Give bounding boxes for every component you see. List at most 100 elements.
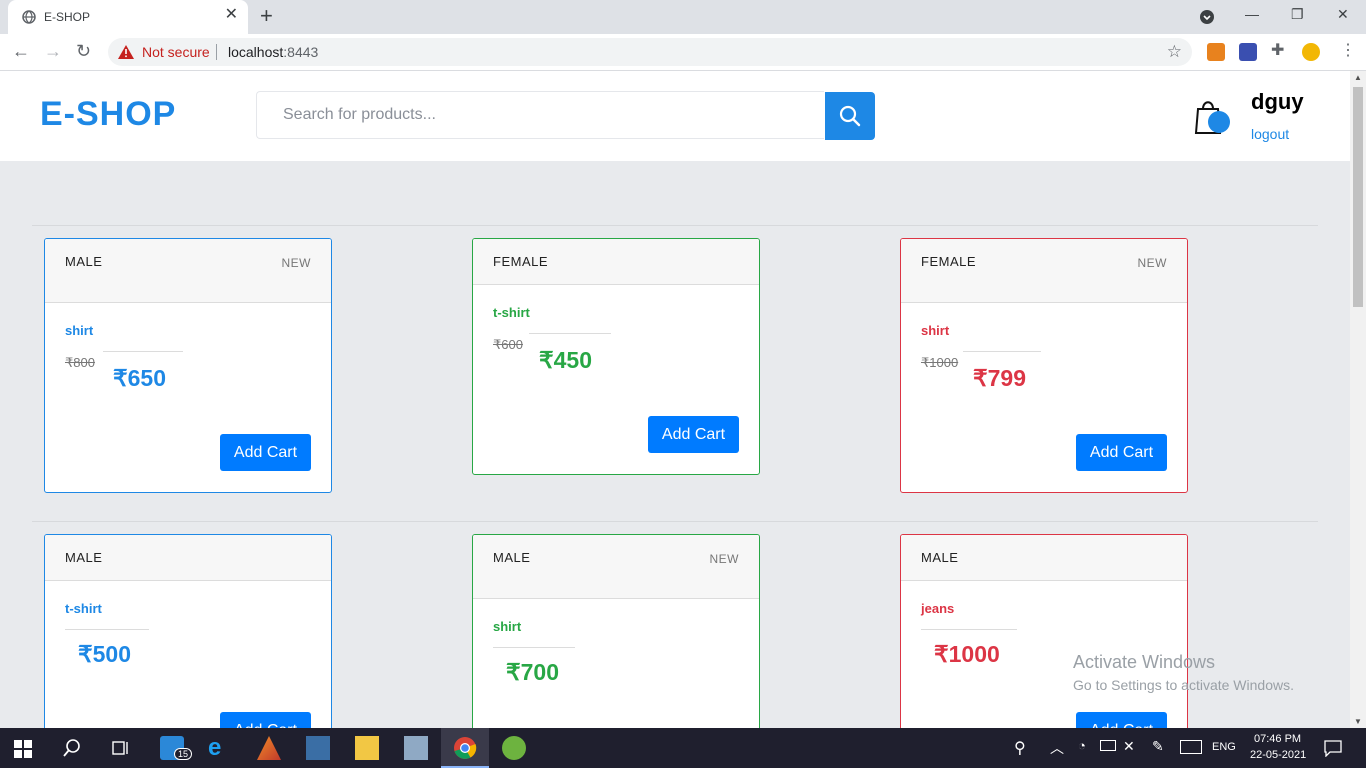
- card-header: MALE: [45, 535, 331, 581]
- product-name[interactable]: t-shirt: [493, 305, 530, 320]
- product-card: FEMALE t-shirt ₹600 ₹450 Add Cart: [472, 238, 760, 475]
- window-close-icon[interactable]: ✕: [1337, 6, 1349, 23]
- row-divider: [32, 521, 1318, 522]
- scroll-up-arrow-icon[interactable]: ▲: [1354, 73, 1362, 82]
- search-icon: [839, 105, 861, 127]
- product-name[interactable]: jeans: [921, 601, 954, 616]
- add-cart-button[interactable]: Add Cart: [648, 416, 739, 453]
- chrome-icon: [454, 737, 477, 759]
- browser-toolbar: ← → ↻ Not secure localhost:8443 ☆ ✚ ⋮: [0, 34, 1366, 71]
- add-cart-button[interactable]: Add Cart: [1076, 712, 1167, 728]
- file-explorer-icon[interactable]: [355, 736, 379, 760]
- clock-time[interactable]: 07:46 PM: [1254, 733, 1301, 745]
- logout-link[interactable]: logout: [1251, 126, 1289, 142]
- add-cart-button[interactable]: Add Cart: [1076, 434, 1167, 471]
- tab-close-icon[interactable]: ✕: [225, 7, 238, 23]
- product-name[interactable]: shirt: [65, 323, 93, 338]
- add-cart-button[interactable]: Add Cart: [220, 712, 311, 728]
- people-icon[interactable]: ⚲: [1014, 738, 1026, 758]
- internet-explorer-icon[interactable]: e: [208, 736, 232, 760]
- puzzle-icon[interactable]: ✚: [1271, 42, 1284, 60]
- activate-windows-watermark: Activate Windows Go to Settings to activ…: [1073, 652, 1294, 693]
- control-panel-icon[interactable]: [404, 736, 428, 760]
- address-bar[interactable]: Not secure localhost:8443 ☆: [108, 38, 1192, 66]
- search-input[interactable]: [257, 92, 824, 138]
- extension-icon[interactable]: [1239, 43, 1257, 61]
- chevron-up-icon[interactable]: ︿: [1050, 738, 1064, 758]
- search-button[interactable]: [825, 92, 875, 140]
- new-badge: NEW: [1137, 256, 1167, 270]
- reload-icon[interactable]: ↻: [76, 42, 91, 60]
- product-gender: MALE: [65, 550, 103, 565]
- web-page: E-SHOP dguy logout MALE NEW shirt ₹800 ₹…: [0, 71, 1350, 728]
- card-header: MALE NEW: [473, 535, 759, 599]
- new-badge: NEW: [709, 552, 739, 566]
- profile-avatar-icon[interactable]: [1302, 43, 1320, 61]
- metamask-extension-icon[interactable]: [1207, 43, 1225, 61]
- product-price: ₹650: [113, 365, 167, 391]
- forward-icon[interactable]: →: [44, 42, 62, 60]
- language-indicator[interactable]: ENG: [1212, 741, 1236, 753]
- page-scrollbar[interactable]: ▲ ▼: [1350, 71, 1366, 728]
- add-cart-button[interactable]: Add Cart: [220, 434, 311, 471]
- price-divider: [963, 351, 1041, 352]
- spring-tool-icon[interactable]: [502, 736, 526, 760]
- restore-icon[interactable]: ❐: [1291, 6, 1304, 23]
- product-card: MALE NEW shirt ₹700: [472, 534, 760, 728]
- pen-icon[interactable]: ✎: [1152, 738, 1164, 755]
- product-card: MALE jeans ₹1000 Add Cart: [900, 534, 1188, 728]
- windows-start-icon[interactable]: [14, 740, 32, 758]
- url-text[interactable]: localhost:8443: [228, 44, 318, 60]
- keyboard-icon[interactable]: [1180, 740, 1202, 754]
- bookmark-star-icon[interactable]: ☆: [1167, 42, 1182, 62]
- product-price: ₹799: [973, 365, 1027, 391]
- scrollbar-thumb[interactable]: [1353, 87, 1363, 307]
- card-header: FEMALE: [473, 239, 759, 285]
- product-price: ₹450: [539, 347, 593, 373]
- speaker-muted-icon[interactable]: ✕: [1123, 738, 1135, 755]
- store-icon[interactable]: [306, 736, 330, 760]
- watermark-subtitle: Go to Settings to activate Windows.: [1073, 677, 1294, 693]
- matlab-icon[interactable]: [257, 736, 281, 760]
- original-price: ₹600: [493, 337, 523, 352]
- card-header: MALE: [901, 535, 1187, 581]
- notification-icon[interactable]: [1324, 739, 1342, 757]
- product-name[interactable]: shirt: [493, 619, 521, 634]
- row-divider: [32, 225, 1318, 226]
- product-card: MALE NEW shirt ₹800 ₹650 Add Cart: [44, 238, 332, 493]
- card-header: MALE NEW: [45, 239, 331, 303]
- minimize-icon[interactable]: —: [1245, 6, 1259, 22]
- product-name[interactable]: shirt: [921, 323, 949, 338]
- product-name[interactable]: t-shirt: [65, 601, 102, 616]
- url-host: localhost: [228, 44, 284, 60]
- task-view-icon[interactable]: [110, 738, 130, 758]
- security-status[interactable]: Not secure: [142, 44, 210, 60]
- product-gender: FEMALE: [493, 254, 549, 269]
- site-logo[interactable]: E-SHOP: [40, 95, 176, 134]
- clock-date[interactable]: 22-05-2021: [1250, 749, 1306, 761]
- browser-tab-strip: E-SHOP ✕ + — ❐ ✕: [0, 0, 1366, 34]
- price-divider: [493, 647, 575, 648]
- search-icon[interactable]: [62, 738, 82, 758]
- price-divider: [529, 333, 611, 334]
- globe-icon: [22, 10, 36, 24]
- price-divider: [921, 629, 1017, 630]
- menu-kebab-icon[interactable]: ⋮: [1340, 42, 1356, 60]
- new-tab-icon[interactable]: +: [260, 5, 273, 27]
- browser-tab[interactable]: E-SHOP ✕: [8, 0, 248, 34]
- product-price: ₹500: [78, 641, 132, 667]
- product-gender: MALE: [65, 254, 103, 269]
- windows-taskbar: 15 e ⚲ ︿ ◔ ✕ ✎ ENG 07:46 PM 22-05-2021: [0, 728, 1366, 768]
- back-icon[interactable]: ←: [12, 42, 30, 60]
- omnibox-divider: [216, 44, 217, 60]
- original-price: ₹800: [65, 355, 95, 370]
- price-divider: [65, 629, 149, 630]
- battery-icon[interactable]: [1100, 740, 1116, 751]
- search-box: [256, 91, 824, 139]
- shopping-bag-icon[interactable]: [1194, 97, 1234, 137]
- tab-search-icon[interactable]: [1199, 9, 1215, 25]
- scroll-down-arrow-icon[interactable]: ▼: [1354, 717, 1362, 726]
- chrome-taskbar-button[interactable]: [441, 728, 489, 768]
- product-card: MALE t-shirt ₹500 Add Cart: [44, 534, 332, 728]
- wifi-icon[interactable]: ◔: [1078, 738, 1086, 753]
